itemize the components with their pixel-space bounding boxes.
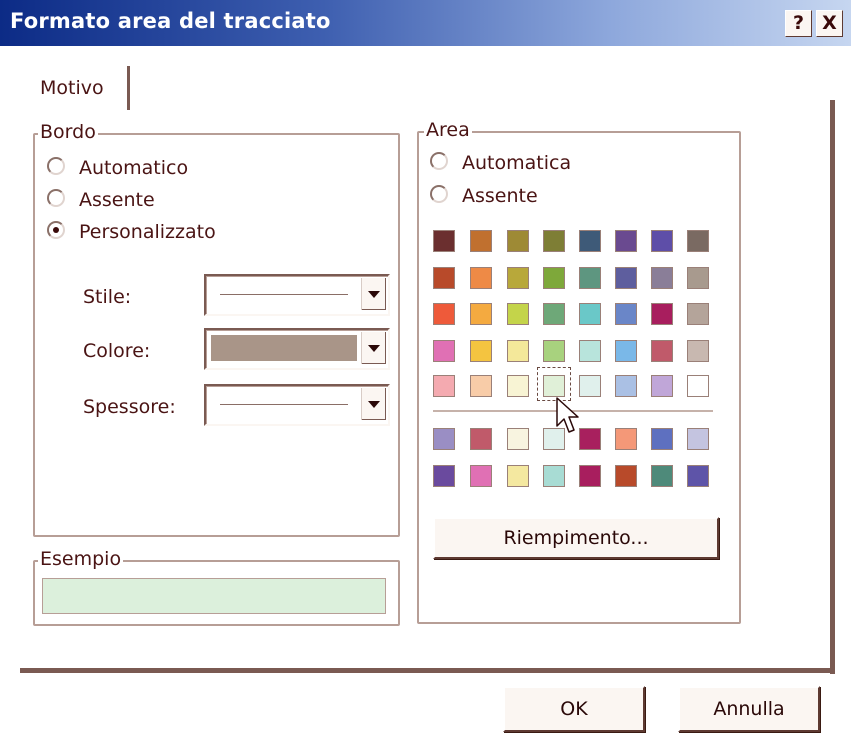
palette-custom-color-swatch[interactable]: [651, 428, 673, 450]
chevron-down-icon[interactable]: [361, 278, 386, 310]
palette-custom-color-swatch[interactable]: [579, 465, 601, 487]
line-weight-preview: [220, 404, 348, 405]
palette-custom-color-swatch[interactable]: [470, 465, 492, 487]
bordo-assente-radio[interactable]: Assente: [47, 189, 155, 211]
palette-color-swatch[interactable]: [543, 340, 565, 362]
palette-color-swatch[interactable]: [579, 340, 601, 362]
spessore-label: Spessore:: [83, 396, 176, 418]
spessore-dropdown[interactable]: [204, 384, 390, 426]
radio-circle: [430, 152, 448, 170]
stile-dropdown[interactable]: [204, 274, 390, 316]
tab-divider: [127, 66, 130, 110]
palette-custom-color-swatch[interactable]: [433, 465, 455, 487]
palette-custom-color-swatch[interactable]: [507, 465, 529, 487]
palette-color-swatch[interactable]: [615, 303, 637, 325]
area-automatica-radio[interactable]: Automatica: [430, 152, 571, 174]
palette-color-swatch[interactable]: [651, 267, 673, 289]
palette-color-swatch[interactable]: [651, 303, 673, 325]
bordo-automatico-radio[interactable]: Automatico: [47, 157, 188, 179]
palette-color-swatch[interactable]: [651, 375, 673, 397]
palette-color-swatch[interactable]: [433, 267, 455, 289]
color-preview-swatch: [211, 335, 357, 361]
window-title: Formato area del tracciato: [10, 9, 331, 33]
palette-custom-color-swatch[interactable]: [579, 428, 601, 450]
radio-circle-checked: [47, 221, 65, 239]
palette-color-swatch[interactable]: [615, 267, 637, 289]
radio-circle: [47, 157, 65, 175]
sample-preview: [42, 578, 386, 614]
help-button[interactable]: ?: [785, 10, 812, 37]
palette-color-swatch[interactable]: [470, 375, 492, 397]
palette-color-swatch[interactable]: [687, 303, 709, 325]
palette-custom-color-swatch[interactable]: [615, 465, 637, 487]
panel-border-bottom: [20, 668, 835, 673]
colore-dropdown[interactable]: [204, 328, 390, 370]
palette-color-swatch[interactable]: [433, 303, 455, 325]
radio-label: Personalizzato: [79, 221, 216, 243]
chevron-down-icon[interactable]: [361, 332, 386, 364]
radio-circle: [430, 185, 448, 203]
palette-color-swatch[interactable]: [433, 340, 455, 362]
palette-color-swatch[interactable]: [615, 340, 637, 362]
palette-color-swatch[interactable]: [687, 230, 709, 252]
palette-color-swatch[interactable]: [579, 230, 601, 252]
palette-custom-color-swatch[interactable]: [615, 428, 637, 450]
radio-label: Automatica: [462, 152, 572, 174]
palette-color-swatch[interactable]: [687, 267, 709, 289]
palette-color-swatch[interactable]: [507, 267, 529, 289]
palette-custom-color-swatch[interactable]: [433, 428, 455, 450]
palette-color-swatch[interactable]: [507, 375, 529, 397]
cancel-button[interactable]: Annulla: [678, 686, 820, 732]
tab-motivo[interactable]: Motivo: [40, 77, 104, 99]
ok-button[interactable]: OK: [503, 686, 645, 732]
bordo-legend: Bordo: [38, 121, 98, 143]
palette-color-swatch[interactable]: [579, 303, 601, 325]
palette-color-swatch[interactable]: [543, 267, 565, 289]
palette-color-swatch[interactable]: [687, 340, 709, 362]
title-bar: Formato area del tracciato ? X: [0, 0, 851, 46]
chevron-down-icon[interactable]: [361, 388, 386, 420]
palette-color-swatch[interactable]: [579, 375, 601, 397]
radio-label: Assente: [462, 185, 538, 207]
palette-color-swatch[interactable]: [470, 230, 492, 252]
palette-custom-color-swatch[interactable]: [687, 465, 709, 487]
palette-color-swatch[interactable]: [433, 230, 455, 252]
palette-color-swatch[interactable]: [651, 340, 673, 362]
bordo-personalizzato-radio[interactable]: Personalizzato: [47, 221, 216, 243]
palette-color-swatch[interactable]: [470, 303, 492, 325]
area-assente-radio[interactable]: Assente: [430, 185, 538, 207]
palette-color-swatch[interactable]: [507, 303, 529, 325]
palette-color-swatch[interactable]: [470, 267, 492, 289]
esempio-legend: Esempio: [38, 548, 124, 570]
palette-color-swatch[interactable]: [470, 340, 492, 362]
panel-border-right: [830, 100, 835, 674]
area-legend: Area: [424, 119, 472, 141]
palette-color-swatch[interactable]: [507, 230, 529, 252]
palette-custom-color-swatch[interactable]: [651, 465, 673, 487]
palette-color-swatch[interactable]: [615, 375, 637, 397]
colore-label: Colore:: [83, 340, 151, 362]
palette-color-swatch[interactable]: [615, 230, 637, 252]
radio-circle: [47, 189, 65, 207]
palette-color-swatch[interactable]: [433, 375, 455, 397]
palette-custom-color-swatch[interactable]: [687, 428, 709, 450]
radio-label: Automatico: [79, 157, 189, 179]
close-button[interactable]: X: [816, 10, 843, 37]
palette-color-swatch[interactable]: [543, 303, 565, 325]
palette-custom-color-swatch[interactable]: [543, 465, 565, 487]
palette-color-swatch[interactable]: [579, 267, 601, 289]
stile-label: Stile:: [83, 286, 132, 308]
palette-color-swatch[interactable]: [687, 375, 709, 397]
radio-label: Assente: [79, 189, 155, 211]
riempimento-button[interactable]: Riempimento...: [433, 517, 719, 559]
mouse-cursor-icon: [556, 397, 579, 433]
palette-custom-color-swatch[interactable]: [470, 428, 492, 450]
line-style-preview: [220, 294, 348, 295]
palette-color-swatch[interactable]: [543, 230, 565, 252]
palette-custom-color-swatch[interactable]: [507, 428, 529, 450]
palette-color-swatch[interactable]: [651, 230, 673, 252]
palette-color-swatch[interactable]: [507, 340, 529, 362]
